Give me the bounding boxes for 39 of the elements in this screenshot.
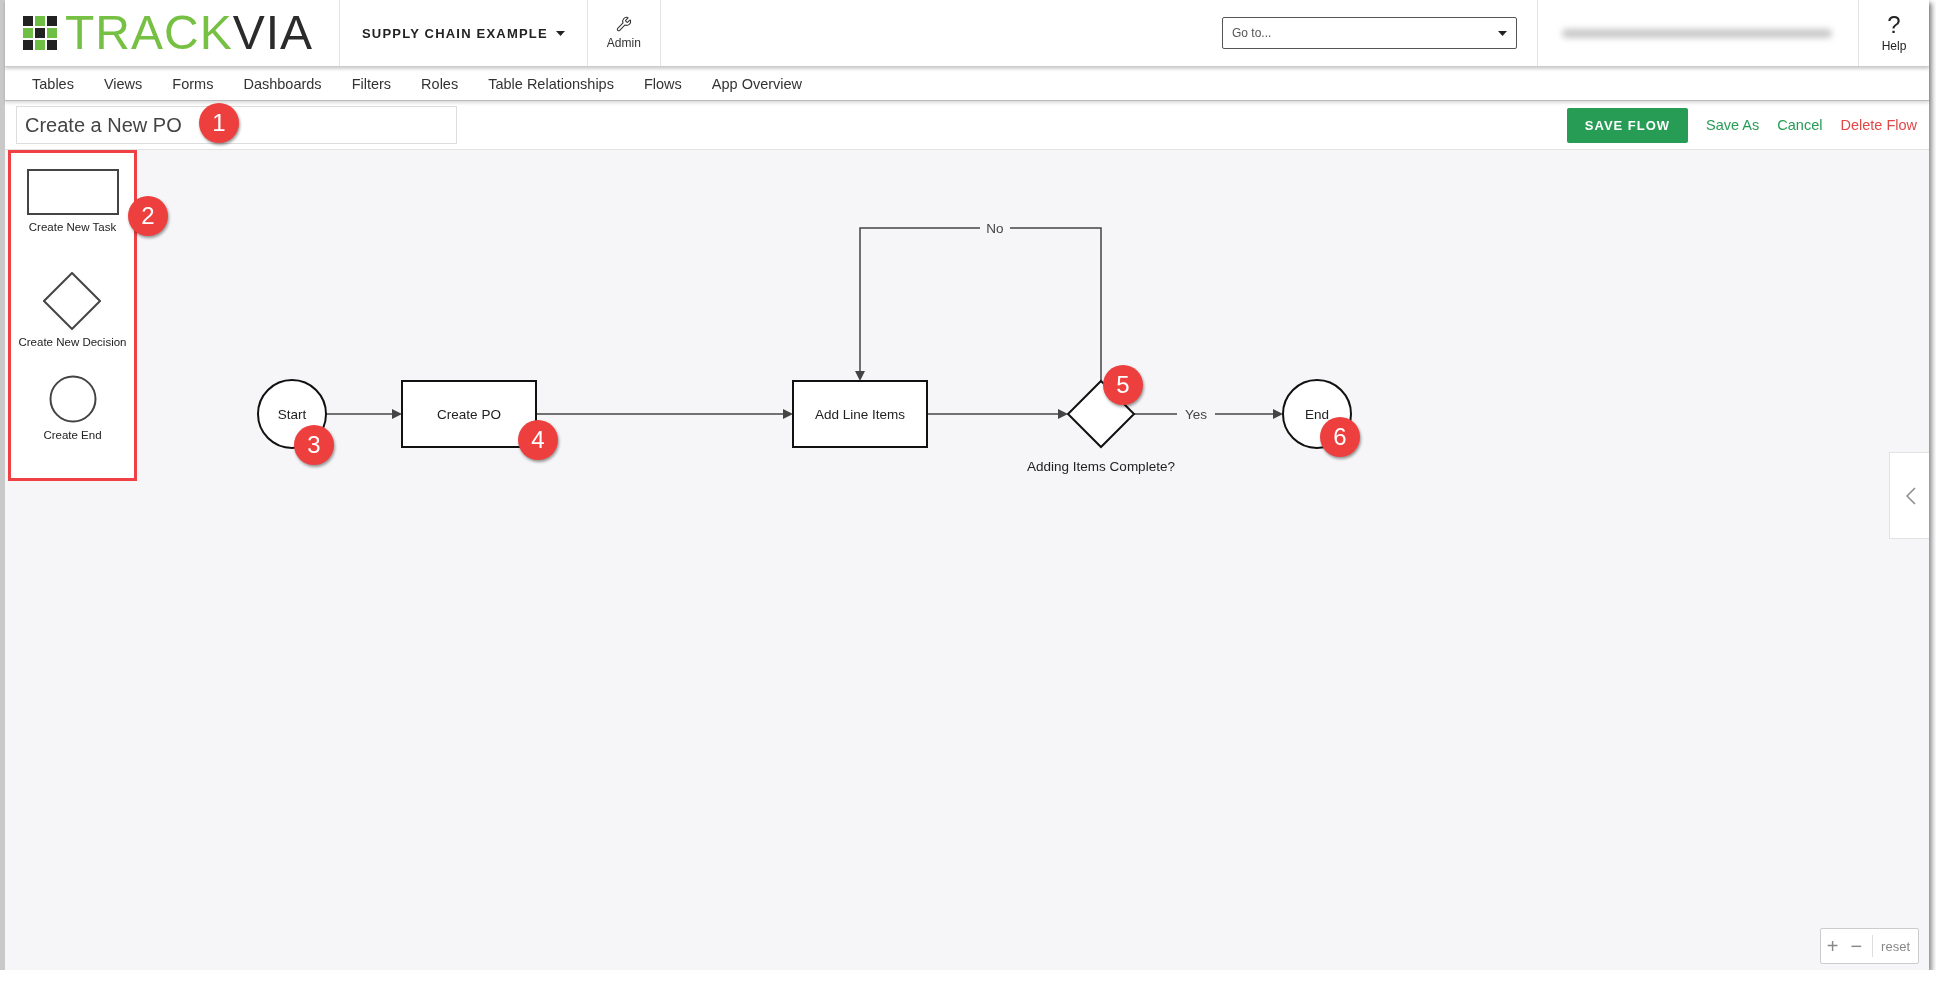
diamond-icon[interactable] [43, 272, 102, 330]
edge-label: Yes [1185, 407, 1207, 422]
nav-link[interactable]: Flows [628, 75, 697, 92]
help-button[interactable]: ? Help [1859, 0, 1929, 66]
nav-link[interactable]: Filters [336, 75, 407, 92]
edge-label: No [986, 221, 1004, 236]
rectangle-icon[interactable] [26, 169, 119, 215]
nav-link[interactable]: Table Relationships [473, 75, 629, 92]
decision-caption: Adding Items Complete? [1027, 459, 1175, 474]
nav-link[interactable]: Dashboards [228, 75, 337, 92]
nav-link[interactable]: Tables [17, 75, 89, 92]
palette-label: Create New Task [28, 221, 117, 233]
reset-button[interactable]: reset [1872, 935, 1918, 957]
nav-link[interactable]: App Overview [696, 75, 818, 92]
palette-label: Create End [43, 429, 102, 441]
zoom-out-button[interactable]: − [1844, 934, 1869, 958]
caret-icon [555, 30, 565, 36]
logo-grid-icon [23, 16, 57, 50]
save-flow-button[interactable]: SAVE FLOW [1566, 107, 1689, 143]
zoom-in-button[interactable]: + [1820, 934, 1845, 958]
caret-icon [1498, 30, 1507, 36]
node-label: Add Line Items [814, 407, 906, 422]
circle-icon[interactable] [48, 375, 97, 423]
palette-label: Create New Decision [18, 336, 127, 348]
nav-link[interactable]: Views [88, 75, 158, 92]
node-label: Start [277, 407, 307, 422]
delete-link[interactable]: Delete Flow [1840, 117, 1917, 133]
chevron-left-icon [1905, 486, 1916, 505]
logo-text: TRACKVIA [65, 9, 314, 57]
toolbar-link[interactable]: Cancel [1777, 117, 1823, 133]
goto-dropdown[interactable]: Go to... [1222, 17, 1517, 49]
nav-link[interactable]: Forms [157, 75, 229, 92]
task-node[interactable] [792, 380, 928, 448]
nav-link[interactable]: Roles [406, 75, 474, 92]
node-label: Create PO [437, 407, 501, 422]
toolbar-link[interactable]: Save As [1706, 117, 1760, 133]
admin-button[interactable]: Admin [587, 0, 661, 66]
app-menu-button[interactable]: SUPPLY CHAIN EXAMPLE [340, 0, 588, 66]
tools-icon [615, 16, 632, 32]
